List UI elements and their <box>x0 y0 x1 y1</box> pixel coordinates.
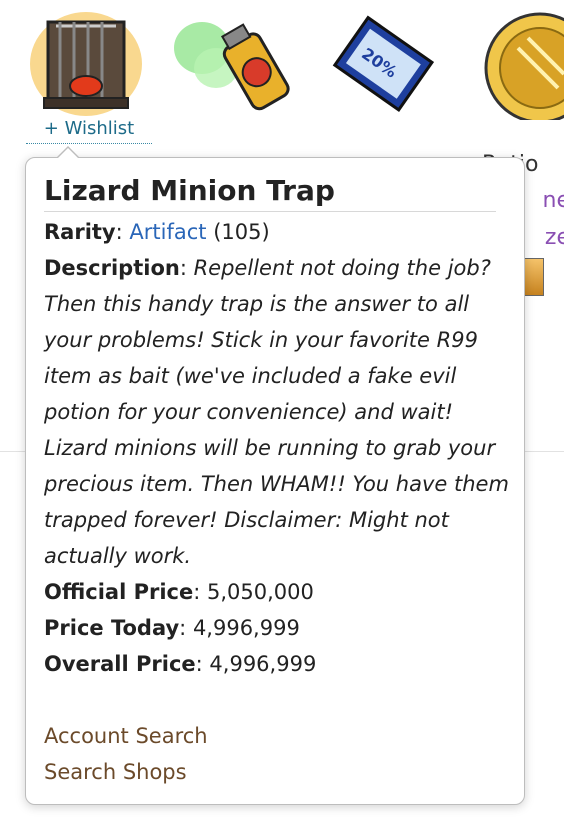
popover-links: Account Search Search Shops <box>44 718 208 790</box>
discount-coupon-icon[interactable]: 20% <box>322 8 442 120</box>
price-today-label: Price Today <box>44 616 180 640</box>
account-search-link[interactable]: Account Search <box>44 718 208 754</box>
rarity-label: Rarity <box>44 220 116 244</box>
official-price-value: 5,050,000 <box>207 580 314 604</box>
wishlist-button[interactable]: + Wishlist <box>26 118 152 144</box>
rarity-row: Rarity: Artifact (105) <box>44 220 270 244</box>
popover-arrow <box>57 148 79 159</box>
popover-title: Lizard Minion Trap <box>44 174 496 212</box>
price-today-row: Price Today: 4,996,999 <box>44 616 300 640</box>
item-link-peek[interactable]: ze <box>545 225 564 250</box>
description-row: Description: Repellent not doing the job… <box>44 256 509 568</box>
official-price-label: Official Price <box>44 580 194 604</box>
price-today-value: 4,996,999 <box>192 616 300 640</box>
description-label: Description <box>44 256 180 280</box>
item-link-peek[interactable]: ne <box>543 188 564 213</box>
spray-can-icon[interactable] <box>172 8 292 120</box>
search-shops-link[interactable]: Search Shops <box>44 754 208 790</box>
rarity-number: (105) <box>213 220 270 244</box>
overall-price-label: Overall Price <box>44 652 196 676</box>
official-price-row: Official Price: 5,050,000 <box>44 580 314 604</box>
gold-coin-icon[interactable] <box>468 8 564 120</box>
rarity-link[interactable]: Artifact <box>129 220 206 244</box>
description-text: Repellent not doing the job? Then this h… <box>44 256 509 568</box>
overall-price-value: 4,996,999 <box>209 652 317 676</box>
item-info-popover: Lizard Minion Trap Rarity: Artifact (105… <box>25 146 525 805</box>
overall-price-row: Overall Price: 4,996,999 <box>44 652 317 676</box>
lizard-trap-icon[interactable] <box>26 8 146 120</box>
